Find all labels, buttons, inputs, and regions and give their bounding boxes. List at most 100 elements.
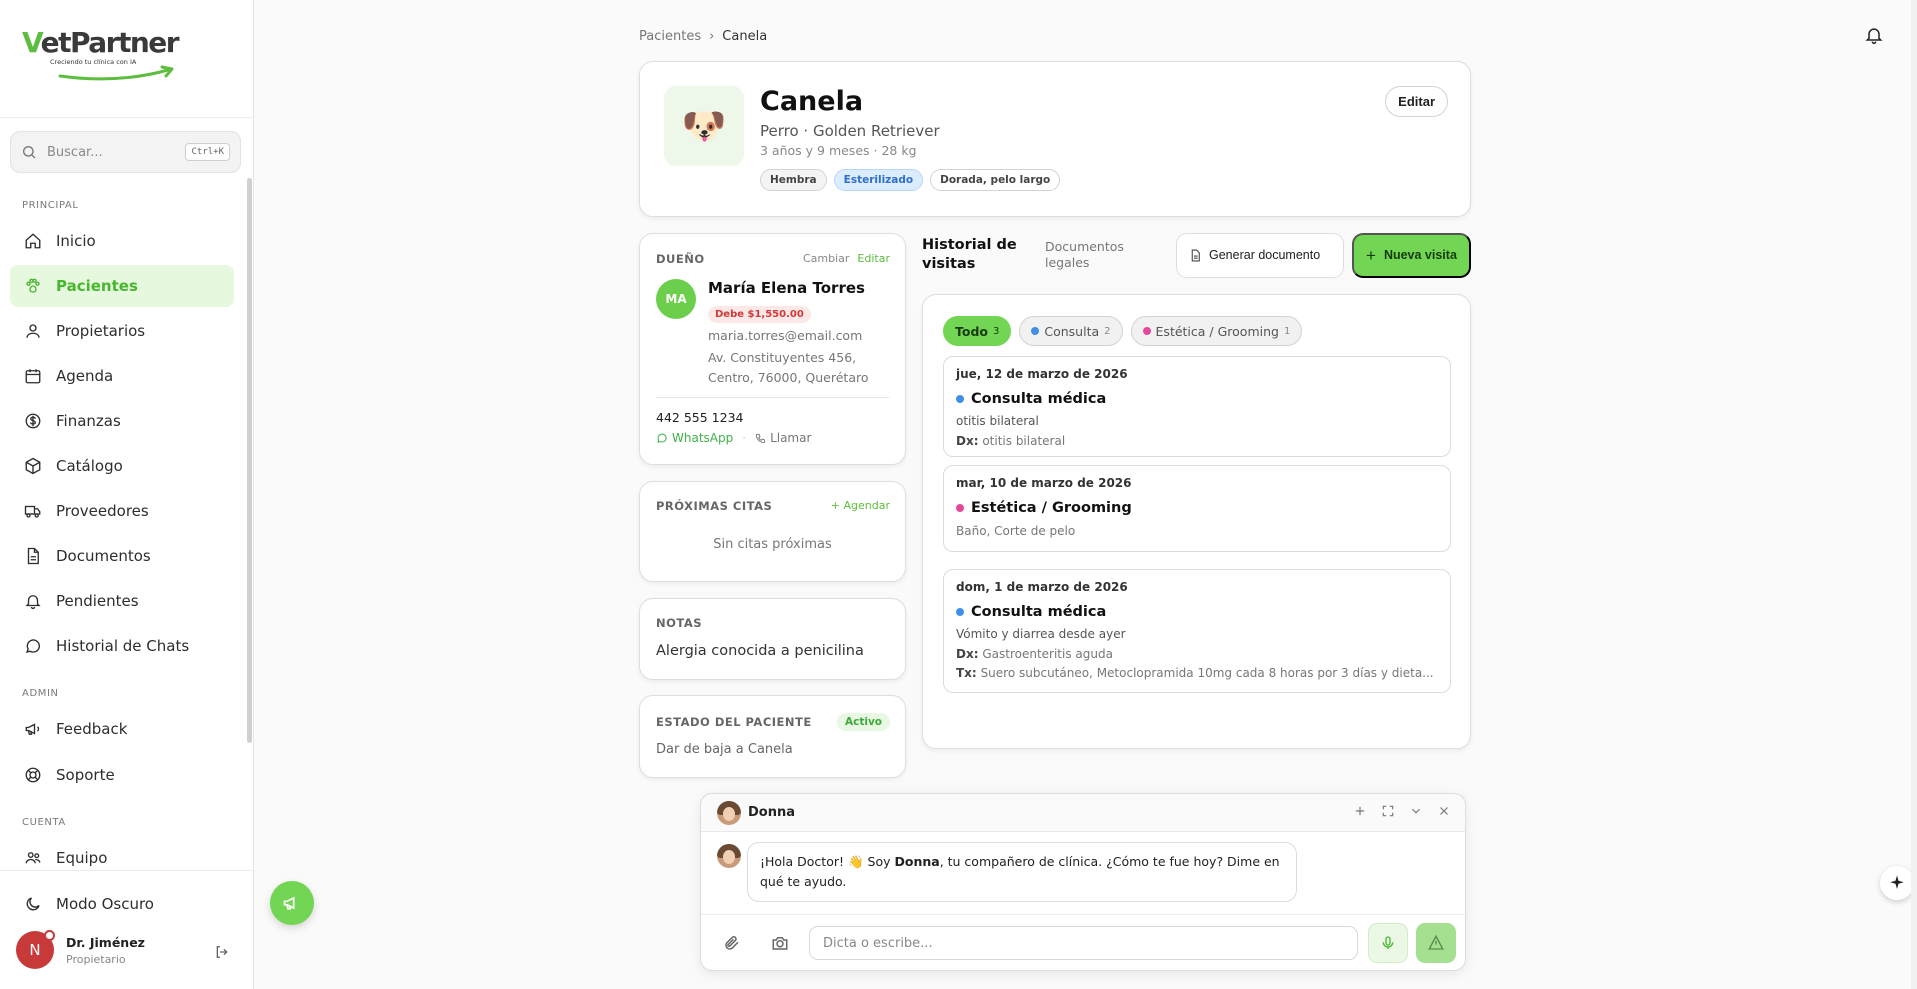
feedback-fab-button[interactable] <box>270 881 314 925</box>
dark-mode-toggle[interactable]: Modo Oscuro <box>10 883 234 925</box>
sidebar-item-pacientes[interactable]: Pacientes <box>10 265 234 307</box>
avatar: N <box>16 930 55 969</box>
whatsapp-button[interactable]: WhatsApp <box>656 431 733 445</box>
call-button[interactable]: Llamar <box>755 431 811 445</box>
sidebar-item-proveedores[interactable]: Proveedores <box>10 490 234 532</box>
change-owner-link[interactable]: Cambiar <box>803 252 849 265</box>
chevron-down-icon[interactable] <box>1409 804 1423 818</box>
filter-label: Consulta <box>1044 323 1100 339</box>
search-input[interactable]: Buscar... Ctrl+K <box>10 131 241 173</box>
filter-estetica[interactable]: Estética / Grooming 1 <box>1130 316 1303 346</box>
sidebar-item-catalogo[interactable]: Catálogo <box>10 445 234 487</box>
breadcrumb-current: Canela <box>722 29 768 44</box>
send-icon <box>1428 934 1444 950</box>
visit-tx: Tx: Suero subcutáneo, Metoclopramida 10m… <box>956 666 1434 680</box>
chat-input[interactable]: Dicta o escribe... <box>809 926 1358 960</box>
chat-header: Donna <box>701 794 1465 832</box>
paperclip-icon[interactable] <box>723 934 741 952</box>
visit-item[interactable]: mar, 10 de marzo de 2026 Estética / Groo… <box>943 465 1451 552</box>
sidebar-item-label: Historial de Chats <box>56 637 190 655</box>
user-profile[interactable]: N Dr. Jiménez Propietario <box>16 930 145 969</box>
edit-patient-button[interactable]: Editar <box>1385 86 1448 117</box>
avatar-initial: N <box>29 941 41 959</box>
vetpartner-logo[interactable]: VetPartner Creciendo tu clínica con IA <box>18 26 180 84</box>
filter-label: Estética / Grooming <box>1155 323 1279 339</box>
chat-title: Donna <box>748 805 796 820</box>
section-label-principal: PRINCIPAL <box>22 200 79 211</box>
sidebar-item-label: Propietarios <box>56 322 146 340</box>
visit-item[interactable]: jue, 12 de marzo de 2026 Consulta médica… <box>943 356 1451 457</box>
expand-icon[interactable] <box>1381 804 1395 818</box>
ai-assistant-button[interactable] <box>1880 866 1914 900</box>
sidebar-item-documentos[interactable]: Documentos <box>10 535 234 577</box>
owner-card: DUEÑO Cambiar Editar MA María Elena Torr… <box>639 233 906 465</box>
section-label-admin: ADMIN <box>22 688 59 699</box>
visit-dx: Dx: otitis bilateral <box>956 434 1065 448</box>
owner-actions: Cambiar Editar <box>803 252 890 265</box>
tab-historial-visitas[interactable]: Historial de visitas <box>922 236 1022 274</box>
visit-filters: Todo 3 Consulta 2 Estética / Grooming 1 <box>943 316 1303 346</box>
status-title: ESTADO DEL PACIENTE <box>656 715 812 729</box>
owner-name[interactable]: María Elena Torres <box>708 279 865 297</box>
notes-card[interactable]: NOTAS Alergia conocida a penicilina <box>639 598 906 680</box>
visit-item[interactable]: dom, 1 de marzo de 2026 Consulta médica … <box>943 569 1451 693</box>
sidebar-item-pendientes[interactable]: Pendientes <box>10 580 234 622</box>
sidebar-item-historial-chats[interactable]: Historial de Chats <box>10 625 234 667</box>
whatsapp-icon <box>657 433 667 443</box>
edit-owner-link[interactable]: Editar <box>857 252 890 265</box>
breadcrumb-pacientes[interactable]: Pacientes <box>639 29 701 44</box>
divider <box>0 117 253 118</box>
microphone-button[interactable] <box>1368 923 1408 963</box>
camera-icon[interactable] <box>771 934 789 952</box>
owner-avatar: MA <box>656 279 696 319</box>
new-visit-button[interactable]: + Nueva visita <box>1352 233 1471 278</box>
visit-date: dom, 1 de marzo de 2026 <box>956 580 1128 594</box>
visit-dx: Dx: Gastroenteritis aguda <box>956 647 1113 661</box>
visit-date: jue, 12 de marzo de 2026 <box>956 367 1128 381</box>
filter-count: 1 <box>1283 325 1291 337</box>
assistant-chat-panel: Donna ¡Hola Doctor! 👋 Soy Donna, tu comp… <box>700 793 1466 971</box>
sidebar-item-agenda[interactable]: Agenda <box>10 355 234 397</box>
sidebar-item-label: Finanzas <box>56 412 121 430</box>
divider <box>701 914 1465 915</box>
notifications-bell-icon[interactable] <box>1864 24 1884 46</box>
appointments-title: PRÓXIMAS CITAS <box>656 499 773 513</box>
visit-reason: otitis bilateral <box>956 414 1039 428</box>
tag-sterilized: Esterilizado <box>833 169 924 191</box>
deactivate-patient-link[interactable]: Dar de baja a Canela <box>656 742 793 757</box>
assistant-message: ¡Hola Doctor! 👋 Soy Donna, tu compañero … <box>747 842 1297 902</box>
sidebar-item-soporte[interactable]: Soporte <box>10 754 234 796</box>
sidebar-item-equipo[interactable]: Equipo <box>10 837 234 879</box>
pet-avatar: 🐶 <box>664 86 744 166</box>
sidebar-item-label: Pendientes <box>56 592 139 610</box>
appointments-card: PRÓXIMAS CITAS + Agendar Sin citas próxi… <box>639 481 906 582</box>
owner-email[interactable]: maria.torres@email.com <box>708 328 862 343</box>
schedule-appointment-link[interactable]: + Agendar <box>831 499 890 512</box>
tag-coat: Dorada, pelo largo <box>930 169 1061 191</box>
phone-icon <box>755 433 766 443</box>
send-button[interactable] <box>1416 923 1456 963</box>
sidebar-item-propietarios[interactable]: Propietarios <box>10 310 234 352</box>
logout-icon[interactable] <box>214 944 230 960</box>
truck-icon <box>24 505 41 518</box>
sidebar-item-inicio[interactable]: Inicio <box>10 220 234 262</box>
sidebar-item-finanzas[interactable]: Finanzas <box>10 400 234 442</box>
close-icon[interactable] <box>1437 804 1451 818</box>
document-icon <box>27 547 39 565</box>
call-label: Llamar <box>770 431 812 445</box>
page-scrollbar[interactable] <box>1911 0 1917 989</box>
chat-icon <box>25 639 40 653</box>
generate-document-button[interactable]: Generar documento <box>1176 233 1344 278</box>
whatsapp-label: WhatsApp <box>672 431 734 445</box>
filter-count: 3 <box>993 325 1000 337</box>
separator: · <box>742 431 747 445</box>
sidebar-item-feedback[interactable]: Feedback <box>10 708 234 750</box>
tab-documentos-legales[interactable]: Documentos legales <box>1045 239 1145 271</box>
dark-mode-label: Modo Oscuro <box>56 895 154 913</box>
filter-label: Todo <box>955 323 988 339</box>
sidebar-scrollbar[interactable] <box>247 178 252 743</box>
plus-icon[interactable] <box>1353 804 1367 818</box>
filter-consulta[interactable]: Consulta 2 <box>1019 316 1123 346</box>
status-badge: Activo <box>836 713 890 731</box>
filter-todo[interactable]: Todo 3 <box>943 316 1012 346</box>
